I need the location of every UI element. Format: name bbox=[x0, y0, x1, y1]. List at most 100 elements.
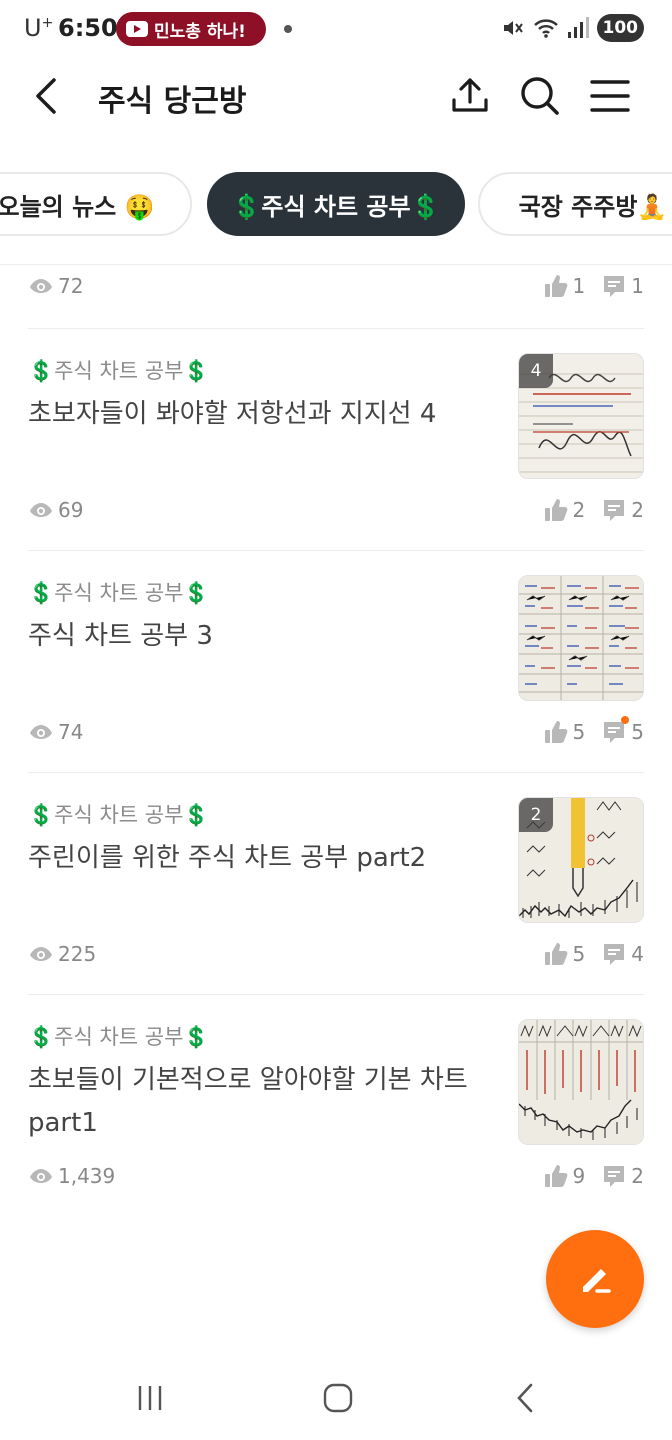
app-header: 주식 당근방 bbox=[0, 60, 672, 132]
like-count: 9 bbox=[543, 1163, 585, 1189]
back-icon bbox=[517, 1383, 533, 1413]
thumbs-up-icon bbox=[544, 275, 567, 297]
recent-apps-icon bbox=[138, 1386, 162, 1410]
view-count: 69 bbox=[28, 497, 83, 523]
status-time: 6:50 bbox=[58, 14, 118, 42]
status-bar: U+ 6:50 민노총 하나! 100 bbox=[0, 0, 672, 60]
view-count: 225 bbox=[28, 941, 96, 967]
list-divider bbox=[28, 328, 644, 329]
post-thumbnail: 2 bbox=[518, 797, 644, 923]
list-divider bbox=[28, 772, 644, 773]
post-stats: 9 2 bbox=[527, 1163, 644, 1189]
list-item[interactable]: 💲주식 차트 공부💲 초보자들이 봐야할 저항선과 지지선 4 4 69 2 2 bbox=[28, 353, 644, 527]
post-stats: 5 5 bbox=[527, 716, 644, 745]
post-thumbnail: 4 bbox=[518, 353, 644, 479]
post-category: 💲주식 차트 공부💲 bbox=[28, 359, 210, 383]
new-comment-dot bbox=[621, 716, 630, 724]
eye-icon bbox=[30, 503, 52, 517]
post-title: 주린이를 위한 주식 차트 공부 part2 bbox=[28, 843, 427, 873]
list-item[interactable]: 💲주식 차트 공부💲 초보들이 기본적으로 알아야할 기본 차트 part1 1… bbox=[28, 1019, 644, 1193]
eye-icon bbox=[30, 725, 52, 739]
thumbs-up-icon bbox=[544, 499, 567, 521]
thumbs-up-icon bbox=[544, 943, 567, 965]
chart-notes-image bbox=[519, 576, 643, 700]
post-meta: 1,439 9 2 bbox=[28, 1163, 644, 1193]
like-count: 5 bbox=[543, 941, 585, 967]
post-title: 주식 차트 공부 3 bbox=[28, 621, 213, 651]
image-count-badge: 2 bbox=[519, 798, 553, 832]
post-stats: 1 1 bbox=[527, 273, 644, 299]
eye-icon bbox=[30, 1169, 52, 1183]
comment-count: 2 bbox=[601, 1163, 644, 1189]
signal-icon bbox=[567, 17, 589, 38]
recent-apps-button[interactable] bbox=[126, 1378, 174, 1418]
list-divider bbox=[28, 994, 644, 995]
post-category: 💲주식 차트 공부💲 bbox=[28, 1025, 210, 1049]
eye-icon bbox=[30, 279, 52, 293]
nav-back-button[interactable] bbox=[502, 1378, 550, 1418]
image-count-badge: 4 bbox=[519, 354, 553, 388]
category-tabs: 오늘의 뉴스 🤑 💲주식 차트 공부💲 국장 주주방🧘 bbox=[0, 172, 672, 238]
list-item[interactable]: 72 1 1 bbox=[28, 273, 644, 303]
notification-dot bbox=[284, 25, 292, 33]
comment-icon bbox=[604, 1166, 625, 1187]
tabs-divider bbox=[0, 264, 672, 265]
search-button[interactable] bbox=[516, 72, 564, 120]
post-category: 💲주식 차트 공부💲 bbox=[28, 803, 210, 827]
back-arrow-icon bbox=[36, 78, 56, 114]
post-title: 초보들이 기본적으로 알아야할 기본 차트 part1 bbox=[28, 1065, 468, 1138]
write-post-button[interactable] bbox=[546, 1230, 644, 1328]
pencil-icon bbox=[583, 1269, 611, 1293]
menu-icon bbox=[590, 80, 630, 112]
mute-icon bbox=[503, 21, 523, 35]
comment-icon bbox=[604, 276, 625, 297]
thumbs-up-icon bbox=[544, 1165, 567, 1187]
chart-notes-image bbox=[519, 1020, 643, 1144]
like-count: 5 bbox=[543, 719, 585, 745]
battery-indicator: 100 bbox=[596, 14, 644, 42]
comment-count: 4 bbox=[601, 941, 644, 967]
tab-stock-chart-study[interactable]: 💲주식 차트 공부💲 bbox=[207, 172, 465, 236]
menu-button[interactable] bbox=[586, 72, 634, 120]
system-icons: 100 bbox=[501, 14, 644, 42]
notification-text: 민노총 하나! bbox=[154, 21, 246, 42]
like-count: 1 bbox=[543, 273, 585, 299]
carrier-label: U+ bbox=[24, 14, 54, 42]
post-meta: 72 1 1 bbox=[28, 273, 644, 303]
search-icon bbox=[521, 77, 559, 115]
home-icon bbox=[323, 1383, 353, 1413]
post-stats: 2 2 bbox=[527, 497, 644, 523]
comment-icon bbox=[604, 500, 625, 521]
post-thumbnail bbox=[518, 1019, 644, 1145]
page-title: 주식 당근방 bbox=[98, 84, 247, 119]
post-meta: 69 2 2 bbox=[28, 497, 644, 527]
list-item[interactable]: 💲주식 차트 공부💲 주린이를 위한 주식 차트 공부 part2 2 225 … bbox=[28, 797, 644, 971]
view-count: 72 bbox=[28, 273, 83, 299]
post-thumbnail bbox=[518, 575, 644, 701]
post-title: 초보자들이 봐야할 저항선과 지지선 4 bbox=[28, 399, 437, 429]
tab-today-news[interactable]: 오늘의 뉴스 🤑 bbox=[0, 172, 192, 236]
comment-count: 5 bbox=[601, 716, 644, 745]
eye-icon bbox=[30, 947, 52, 961]
comment-count: 2 bbox=[601, 497, 644, 523]
home-button[interactable] bbox=[314, 1378, 362, 1418]
list-divider bbox=[28, 550, 644, 551]
view-count: 1,439 bbox=[28, 1163, 115, 1189]
post-stats: 5 4 bbox=[527, 941, 644, 967]
thumbs-up-icon bbox=[544, 721, 567, 743]
youtube-icon bbox=[126, 21, 148, 37]
system-navigation-bar bbox=[0, 1356, 672, 1440]
post-meta: 225 5 4 bbox=[28, 941, 644, 971]
share-icon bbox=[452, 78, 488, 112]
back-button[interactable] bbox=[24, 72, 72, 120]
comment-icon bbox=[604, 944, 625, 965]
share-button[interactable] bbox=[446, 72, 494, 120]
comment-count: 1 bbox=[601, 273, 644, 299]
view-count: 74 bbox=[28, 719, 83, 745]
post-category: 💲주식 차트 공부💲 bbox=[28, 581, 210, 605]
post-meta: 74 5 5 bbox=[28, 716, 644, 749]
youtube-notification-pill[interactable]: 민노총 하나! bbox=[116, 12, 266, 46]
like-count: 2 bbox=[543, 497, 585, 523]
tab-domestic-stock-room[interactable]: 국장 주주방🧘 bbox=[478, 172, 672, 236]
list-item[interactable]: 💲주식 차트 공부💲 주식 차트 공부 3 74 5 5 bbox=[28, 575, 644, 749]
